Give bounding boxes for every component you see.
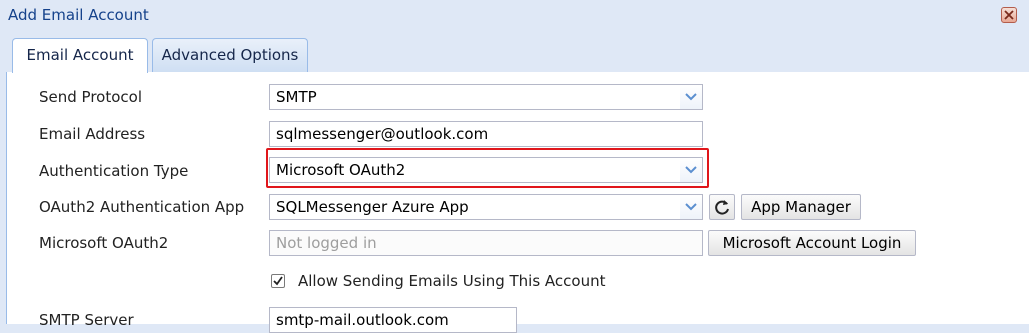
authentication-type-dropdown-trigger[interactable] xyxy=(680,158,702,182)
app-manager-button[interactable]: App Manager xyxy=(741,194,861,220)
send-protocol-dropdown-trigger[interactable] xyxy=(680,85,702,109)
oauth2-app-select[interactable]: SQLMessenger Azure App xyxy=(269,194,703,220)
refresh-button[interactable] xyxy=(709,194,735,220)
oauth2-app-label: OAuth2 Authentication App xyxy=(39,198,245,216)
smtp-server-value: smtp-mail.outlook.com xyxy=(276,311,449,329)
checkmark-icon xyxy=(273,276,283,286)
chevron-down-icon xyxy=(685,166,697,174)
oauth2-app-value: SQLMessenger Azure App xyxy=(276,198,469,216)
smtp-server-input[interactable]: smtp-mail.outlook.com xyxy=(269,307,517,333)
microsoft-oauth2-status-field: Not logged in xyxy=(269,230,703,256)
send-protocol-value: SMTP xyxy=(276,88,317,106)
tab-label: Advanced Options xyxy=(161,46,299,64)
tab-advanced-options[interactable]: Advanced Options xyxy=(152,38,308,72)
login-status-placeholder: Not logged in xyxy=(276,234,377,252)
authentication-type-select[interactable]: Microsoft OAuth2 xyxy=(269,157,703,183)
oauth2-app-dropdown-trigger[interactable] xyxy=(680,195,702,219)
window-title: Add Email Account xyxy=(8,6,149,24)
chevron-down-icon xyxy=(685,93,697,101)
email-address-label: Email Address xyxy=(39,125,146,143)
refresh-icon xyxy=(715,200,729,215)
send-protocol-select[interactable]: SMTP xyxy=(269,84,703,110)
tab-email-account[interactable]: Email Account xyxy=(12,38,148,73)
allow-sending-label: Allow Sending Emails Using This Account xyxy=(298,272,606,290)
email-address-value: sqlmessenger@outlook.com xyxy=(276,125,489,143)
chevron-down-icon xyxy=(685,203,697,211)
authentication-type-value: Microsoft OAuth2 xyxy=(276,161,406,179)
microsoft-account-login-label: Microsoft Account Login xyxy=(722,234,902,252)
window-titlebar: Add Email Account xyxy=(0,0,1029,32)
send-protocol-label: Send Protocol xyxy=(39,88,142,106)
close-icon xyxy=(1004,10,1014,20)
microsoft-oauth2-label: Microsoft OAuth2 xyxy=(39,234,169,252)
app-manager-label: App Manager xyxy=(751,198,851,216)
tab-strip: Email Account Advanced Options xyxy=(6,36,1029,73)
close-button[interactable] xyxy=(1001,7,1017,23)
authentication-type-label: Authentication Type xyxy=(39,162,189,180)
microsoft-account-login-button[interactable]: Microsoft Account Login xyxy=(708,230,916,256)
smtp-server-label: SMTP Server xyxy=(39,311,134,329)
email-address-input[interactable]: sqlmessenger@outlook.com xyxy=(269,121,703,147)
tab-label: Email Account xyxy=(26,46,134,64)
allow-sending-checkbox[interactable] xyxy=(271,274,285,288)
